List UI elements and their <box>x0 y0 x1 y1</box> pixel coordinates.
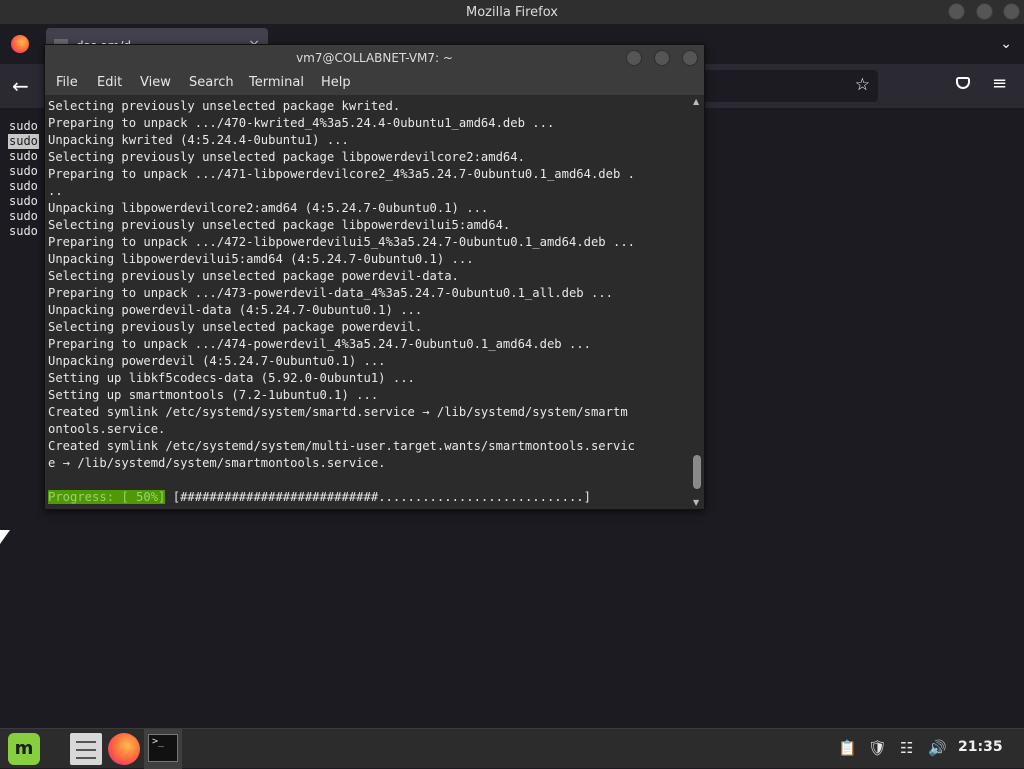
mouse-pointer-icon <box>0 530 10 544</box>
close-button[interactable] <box>1003 3 1020 20</box>
menu-view[interactable]: View <box>140 75 171 90</box>
terminal-title: vm7@COLLABNET-VM7: ~ <box>296 51 453 65</box>
terminal-line: Selecting previously unselected package … <box>48 269 459 283</box>
bg-text-line: sudo <box>9 179 38 193</box>
menu-edit[interactable]: Edit <box>97 75 122 90</box>
terminal-icon: >_ <box>148 734 178 762</box>
menu-search[interactable]: Search <box>189 75 234 90</box>
network-icon[interactable]: ☷ <box>900 739 913 757</box>
bg-text-line: sudo <box>9 164 38 178</box>
terminal-titlebar[interactable]: vm7@COLLABNET-VM7: ~ <box>45 45 704 71</box>
terminal-line: Unpacking libpowerdevilui5:amd64 (4:5.24… <box>48 252 474 266</box>
terminal-line: Preparing to unpack .../473-powerdevil-d… <box>48 286 613 300</box>
menu-help[interactable]: Help <box>321 75 351 90</box>
pocket-icon[interactable] <box>956 77 970 89</box>
terminal-line: Preparing to unpack .../470-kwrited_4%3a… <box>48 116 555 130</box>
mint-menu-icon[interactable]: m <box>8 733 40 765</box>
clock[interactable]: 21:35 <box>958 739 1003 755</box>
terminal-line: .. <box>48 184 63 198</box>
firefox-titlebar: Mozilla Firefox <box>0 0 1024 24</box>
terminal-line: Selecting previously unselected package … <box>48 218 511 232</box>
chevron-down-icon[interactable]: ⌄ <box>1000 36 1012 52</box>
bg-text-line-selected: sudo <box>8 134 39 149</box>
star-icon[interactable]: ☆ <box>855 75 870 95</box>
progress-line: Progress: [ 50%] [######################… <box>48 489 591 506</box>
file-manager-icon[interactable] <box>70 733 102 765</box>
scroll-up-icon[interactable]: ▲ <box>693 97 699 106</box>
terminal-line: Selecting previously unselected package … <box>48 150 525 164</box>
shield-icon[interactable]: 🛡 <box>868 739 887 757</box>
terminal-line: Setting up smartmontools (7.2-1ubuntu0.1… <box>48 388 379 402</box>
bg-text-line: sudo <box>9 194 38 208</box>
hamburger-icon[interactable]: ≡ <box>992 73 1007 94</box>
firefox-logo-icon <box>11 35 29 53</box>
scroll-down-icon[interactable]: ▼ <box>693 498 699 507</box>
drawer-line <box>76 757 96 759</box>
terminal-window: vm7@COLLABNET-VM7: ~ File Edit View Sear… <box>44 44 705 510</box>
terminal-line: Unpacking libpowerdevilcore2:amd64 (4:5.… <box>48 201 489 215</box>
menu-file[interactable]: File <box>56 75 78 90</box>
terminal-line: Created symlink /etc/systemd/system/smar… <box>48 405 628 419</box>
firefox-window-title: Mozilla Firefox <box>466 4 558 20</box>
bg-text-line: sudo <box>9 119 38 133</box>
terminal-line: ontools.service. <box>48 422 166 436</box>
terminal-line: Preparing to unpack .../471-libpowerdevi… <box>48 167 635 181</box>
terminal-line: Unpacking powerdevil (4:5.24.7-0ubuntu0.… <box>48 354 386 368</box>
clipboard-icon[interactable]: 📋 <box>838 739 857 757</box>
bg-text-line: sudo <box>9 209 38 223</box>
terminal-line: Unpacking powerdevil-data (4:5.24.7-0ubu… <box>48 303 423 317</box>
terminal-line: Selecting previously unselected package … <box>48 99 401 113</box>
terminal-line: Setting up libkf5codecs-data (5.92.0-0ub… <box>48 371 415 385</box>
terminal-minimize-button[interactable] <box>626 50 642 66</box>
terminal-line: Unpacking kwrited (4:5.24.4-0ubuntu1) ..… <box>48 133 349 147</box>
maximize-button[interactable] <box>976 3 993 20</box>
progress-label: Progress: [ 50%] <box>48 490 166 504</box>
terminal-taskbar-button[interactable]: >_ <box>144 729 182 769</box>
arrow-left-icon[interactable]: ← <box>12 74 29 98</box>
terminal-line: Selecting previously unselected package … <box>48 320 423 334</box>
volume-icon[interactable]: 🔊 <box>928 739 947 757</box>
terminal-line: Created symlink /etc/systemd/system/mult… <box>48 439 635 453</box>
taskbar: m >_ 📋 🛡 ☷ 🔊 21:35 <box>0 728 1024 769</box>
terminal-menubar: File Edit View Search Terminal Help <box>45 71 704 95</box>
terminal-close-button[interactable] <box>682 50 698 66</box>
bg-text-line: sudo <box>9 224 38 238</box>
firefox-taskbar-icon[interactable] <box>108 733 140 765</box>
drawer-line <box>76 749 96 751</box>
terminal-maximize-button[interactable] <box>654 50 670 66</box>
drawer-line <box>76 741 96 743</box>
bg-text-line: sudo <box>9 149 38 163</box>
progress-bar-text: [###########################............… <box>172 490 591 504</box>
minimize-button[interactable] <box>948 3 965 20</box>
terminal-scrollbar[interactable]: ▲ ▼ <box>690 95 704 509</box>
terminal-line: e → /lib/systemd/system/smartmontools.se… <box>48 456 386 470</box>
scrollbar-thumb[interactable] <box>693 455 701 489</box>
terminal-line: Preparing to unpack .../474-powerdevil_4… <box>48 337 591 351</box>
menu-terminal[interactable]: Terminal <box>249 75 304 90</box>
terminal-output[interactable]: Selecting previously unselected package … <box>45 95 690 509</box>
terminal-line: Preparing to unpack .../472-libpowerdevi… <box>48 235 635 249</box>
